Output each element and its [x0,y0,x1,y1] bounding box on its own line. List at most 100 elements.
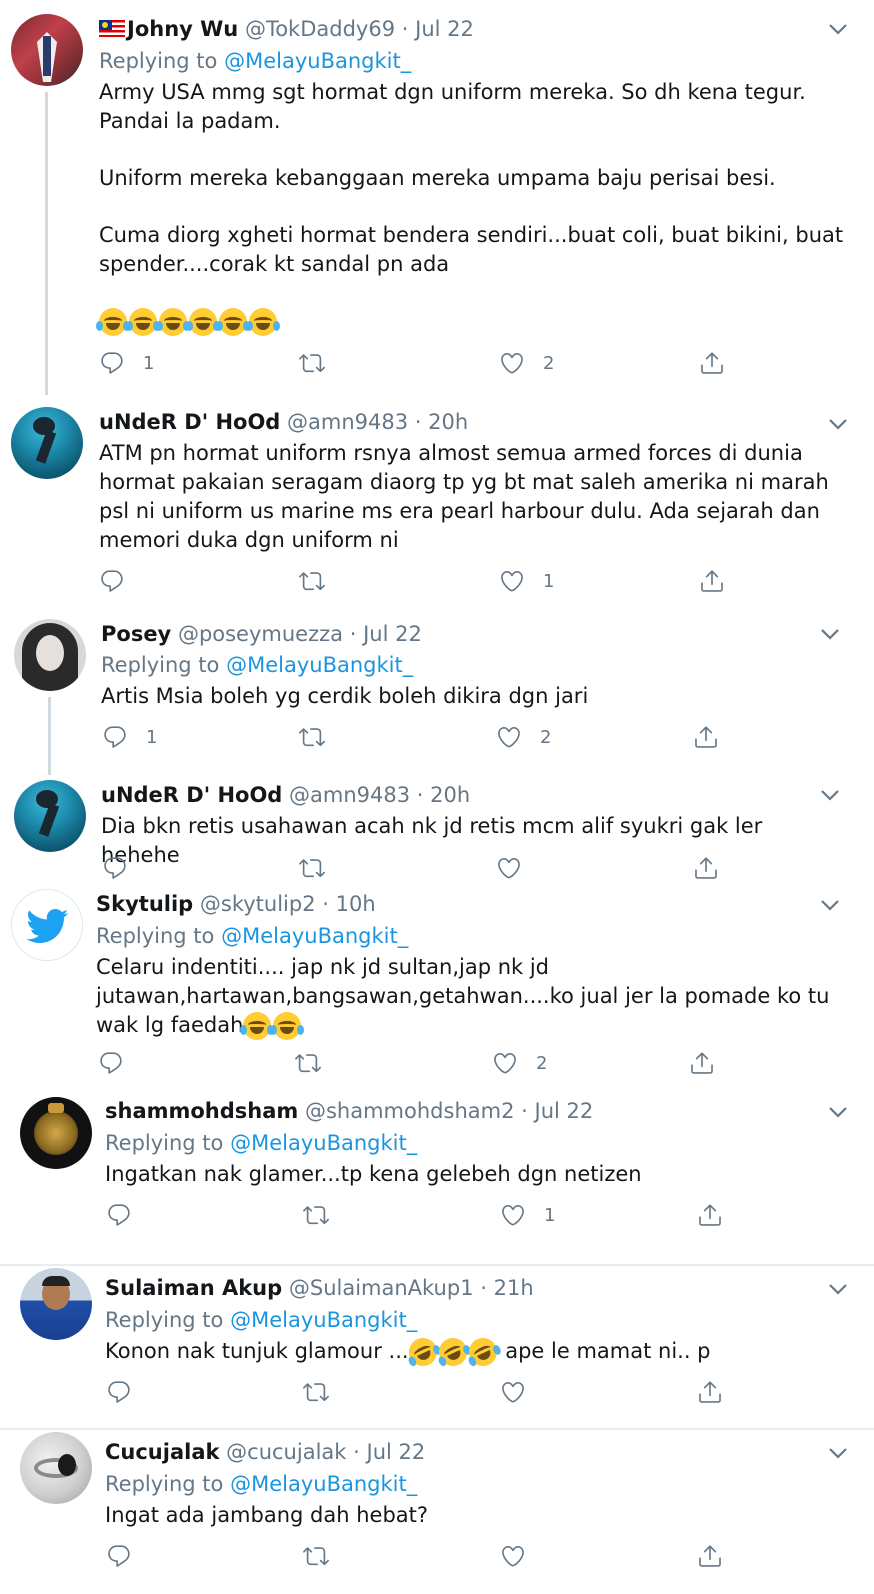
author-name[interactable]: shammohdsham [105,1099,298,1123]
avatar[interactable] [11,14,83,86]
avatar[interactable] [14,780,86,852]
author-handle[interactable]: @shammohdsham2 [305,1099,514,1123]
avatar[interactable] [20,1268,92,1340]
tweet-actions: 1 [99,568,739,600]
chevron-down-icon[interactable] [828,22,848,36]
rofl-emoji [403,1333,442,1371]
laughing-emoji [186,308,220,336]
tweet[interactable]: Cucujalak @cucujalak · Jul 22 Replying t… [0,1430,874,1594]
timestamp[interactable]: 20h [428,410,468,434]
timestamp[interactable]: 20h [430,783,470,807]
tweet[interactable]: Sulaiman Akup @SulaimanAkup1 · 21h Reply… [0,1266,874,1428]
share-button[interactable] [689,1050,715,1076]
like-button[interactable]: 2 [496,724,551,750]
author-handle[interactable]: @cucujalak [226,1440,346,1464]
like-button[interactable]: 1 [500,1202,555,1228]
mention-link[interactable]: @MelayuBangkit_ [224,49,411,73]
author-name[interactable]: Sulaiman Akup [105,1276,282,1300]
mention-link[interactable]: @MelayuBangkit_ [230,1131,417,1155]
share-button[interactable] [699,350,725,376]
share-button[interactable] [693,724,719,750]
mention-link[interactable]: @MelayuBangkit_ [226,653,413,677]
retweet-button[interactable] [303,1379,347,1405]
reply-button[interactable]: 1 [102,724,157,750]
like-button[interactable] [496,855,540,881]
like-button[interactable] [500,1543,544,1569]
avatar[interactable] [20,1432,92,1504]
tweet[interactable]: Skytulip @skytulip2 · 10h Replying to @M… [0,885,874,1089]
author-name[interactable]: Skytulip [96,892,193,916]
reply-button[interactable] [98,1050,142,1076]
timestamp[interactable]: 10h [336,892,376,916]
tweet[interactable]: shammohdsham @shammohdsham2 · Jul 22 Rep… [0,1089,874,1244]
tweet[interactable]: uNdeR D' HoOd @amn9483 · 20h Dia bkn ret… [0,775,874,885]
share-icon [689,1050,715,1076]
reply-button[interactable] [102,855,146,881]
timestamp[interactable]: Jul 22 [535,1099,594,1123]
author-name[interactable]: Cucujalak [105,1440,219,1464]
tweet[interactable]: uNdeR D' HoOd @amn9483 · 20h ATM pn horm… [0,395,874,613]
chevron-down-icon[interactable] [828,1446,848,1460]
retweet-button[interactable] [299,568,343,594]
mention-link[interactable]: @MelayuBangkit_ [221,924,408,948]
retweet-icon [299,568,325,594]
like-button[interactable] [500,1379,544,1405]
chevron-down-icon[interactable] [828,1282,848,1296]
chevron-down-icon[interactable] [828,1105,848,1119]
chevron-down-icon[interactable] [820,898,840,912]
share-button[interactable] [693,855,719,881]
retweet-button[interactable] [303,1543,347,1569]
reply-button[interactable] [106,1543,150,1569]
chevron-down-icon[interactable] [820,627,840,641]
retweet-button[interactable] [295,1050,339,1076]
reply-button[interactable] [106,1202,150,1228]
avatar[interactable] [14,619,86,691]
author-name[interactable]: uNdeR D' HoOd [99,410,280,434]
laughing-emoji [240,1012,275,1040]
like-button[interactable]: 2 [499,350,554,376]
chevron-down-icon[interactable] [828,417,848,431]
reply-icon [102,855,128,881]
mention-link[interactable]: @MelayuBangkit_ [230,1472,417,1496]
mention-link[interactable]: @MelayuBangkit_ [230,1308,417,1332]
share-button[interactable] [699,568,725,594]
author-handle[interactable]: @poseymuezza [178,622,343,646]
separator: · [416,783,424,807]
like-button[interactable]: 2 [492,1050,547,1076]
retweet-button[interactable] [299,855,343,881]
avatar[interactable] [11,407,83,479]
author-handle[interactable]: @amn9483 [289,783,410,807]
author-handle[interactable]: @amn9483 [287,410,408,434]
timestamp[interactable]: 21h [494,1276,534,1300]
reply-button[interactable]: 1 [99,350,154,376]
share-button[interactable] [697,1379,723,1405]
timestamp[interactable]: Jul 22 [363,622,422,646]
reply-button[interactable] [99,568,143,594]
heart-icon [496,855,522,881]
separator: · [322,892,329,916]
timestamp[interactable]: Jul 22 [367,1440,426,1464]
author-handle[interactable]: @SulaimanAkup1 [289,1276,474,1300]
author-name[interactable]: uNdeR D' HoOd [101,783,282,807]
tweet-text-content: Celaru indentiti.... jap nk jd sultan,ja… [96,955,830,1037]
tweet[interactable]: Posey @poseymuezza · Jul 22 Replying to … [0,613,874,775]
chevron-down-icon[interactable] [820,788,840,802]
retweet-button[interactable] [299,350,343,376]
author-name[interactable]: Posey [101,622,171,646]
tweet-paragraph: Uniform mereka kebanggaan mereka umpama … [99,166,776,190]
share-button[interactable] [697,1202,723,1228]
avatar[interactable] [11,889,83,961]
laughing-emoji [126,308,160,336]
reply-button[interactable] [106,1379,150,1405]
author-handle[interactable]: @skytulip2 [200,892,316,916]
retweet-button[interactable] [303,1202,347,1228]
separator: · [480,1276,487,1300]
tweet[interactable]: Johny Wu @TokDaddy69 · Jul 22 Replying t… [0,0,874,395]
timestamp[interactable]: Jul 22 [415,17,474,41]
author-handle[interactable]: @TokDaddy69 [245,17,395,41]
author-name[interactable]: Johny Wu [127,17,238,41]
like-button[interactable]: 1 [499,568,554,594]
retweet-button[interactable] [299,724,343,750]
share-button[interactable] [697,1543,723,1569]
avatar[interactable] [20,1097,92,1169]
